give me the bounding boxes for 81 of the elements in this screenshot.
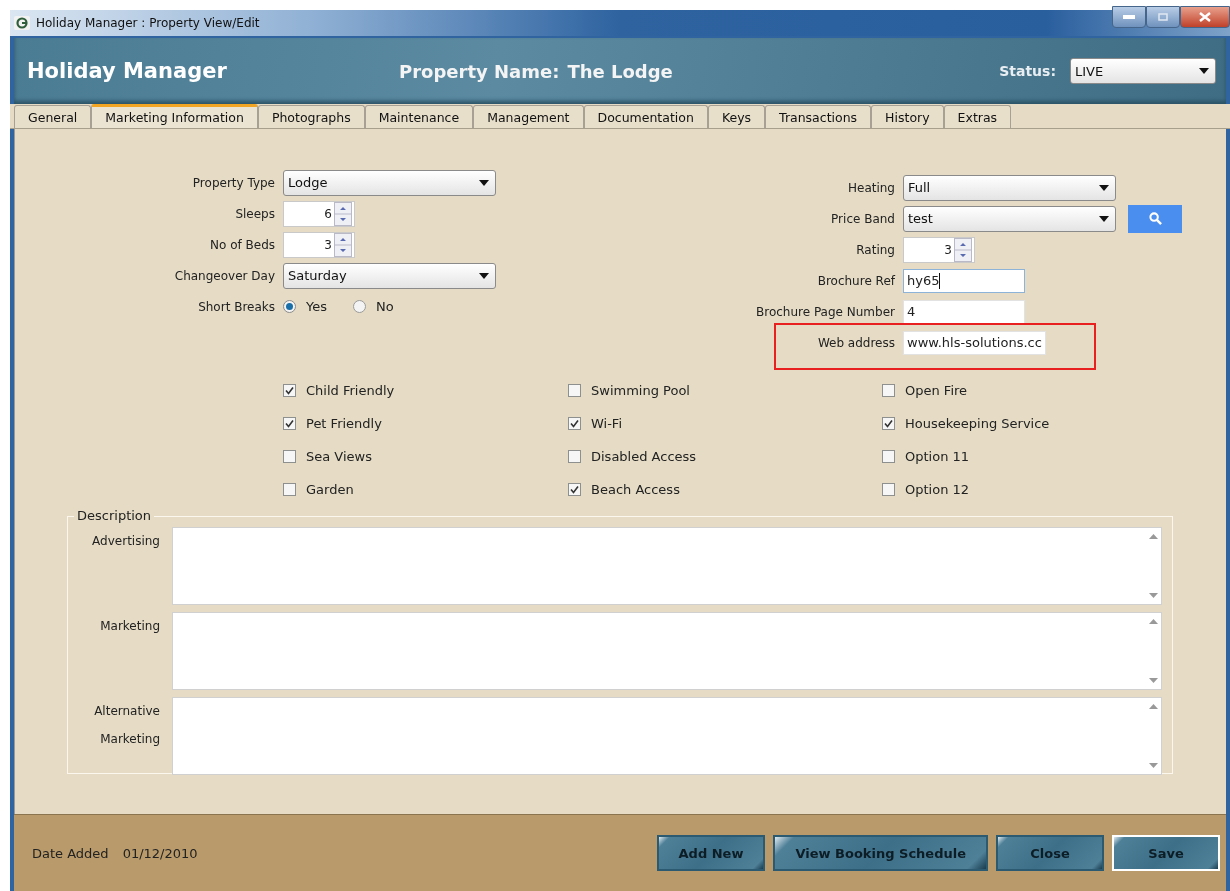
field-label: Marketing [99, 618, 160, 635]
scroll-up-icon [1148, 704, 1158, 709]
scroll-up-icon [1148, 534, 1158, 539]
app-logo-icon [14, 16, 30, 30]
tab[interactable]: Documentation [583, 105, 708, 128]
checkbox-option[interactable]: Option 11 [882, 440, 1182, 473]
field-label: Price Band [830, 211, 895, 226]
field-label: Rating [855, 242, 895, 257]
field-label: Property Type [191, 175, 275, 190]
search-button[interactable] [1128, 204, 1182, 233]
tab[interactable]: Maintenance [364, 105, 474, 128]
tab[interactable]: History [871, 105, 944, 128]
maximize-icon [1158, 13, 1168, 21]
tab[interactable]: Transactions [765, 105, 872, 128]
scroll-down-icon [1148, 678, 1158, 683]
window-title: Holiday Manager : Property View/Edit [36, 16, 260, 30]
scroll-up-icon [1148, 619, 1158, 624]
minimize-button[interactable] [1112, 6, 1146, 28]
minimize-icon [1123, 15, 1135, 19]
caret-icon [479, 272, 489, 279]
close-icon [1199, 12, 1211, 22]
field-label: Web address [816, 335, 895, 350]
spinner-field[interactable]: 3 [283, 231, 355, 258]
radio-option[interactable]: No [353, 299, 394, 314]
text-field[interactable]: www.hls-solutions.cc [903, 330, 1046, 355]
scroll-down-icon [1148, 593, 1158, 598]
tab[interactable]: Marketing Information [91, 104, 258, 128]
caret-icon [479, 179, 489, 186]
text-field[interactable]: 4 [903, 299, 1025, 324]
checkbox-option[interactable]: Option 12 [882, 473, 1182, 506]
checkbox-option[interactable]: Housekeeping Service [882, 407, 1182, 440]
checkbox-option[interactable]: Wi-Fi [568, 407, 882, 440]
close-button[interactable] [1180, 6, 1230, 28]
property-name: The Lodge [567, 60, 673, 82]
tab[interactable]: Photographs [257, 105, 365, 128]
dropdown[interactable]: Lodge [283, 169, 496, 196]
spinner-arrows-icon [334, 232, 352, 257]
caret-icon [1099, 184, 1109, 191]
property-label: Property Name: [399, 60, 560, 82]
tab[interactable]: Management [473, 105, 584, 128]
checkbox-option[interactable]: Pet Friendly [283, 407, 568, 440]
field-label: Brochure Page Number [755, 304, 895, 319]
date-added-value: 01/12/2010 [122, 845, 198, 861]
field-label: Sleeps [234, 206, 275, 221]
caret-icon [1099, 215, 1109, 222]
search-icon [1148, 212, 1162, 225]
spinner-field[interactable]: 6 [283, 200, 355, 227]
caret-icon [1199, 68, 1209, 74]
dropdown[interactable]: Full [903, 174, 1116, 201]
maximize-button[interactable] [1146, 6, 1180, 28]
app-name: Holiday Manager [27, 59, 228, 83]
checkbox-option[interactable]: Open Fire [882, 374, 1182, 407]
checkbox-option[interactable]: Disabled Access [568, 440, 882, 473]
checkbox-option[interactable]: Garden [283, 473, 568, 506]
field-label: Changeover Day [173, 268, 275, 283]
tab[interactable]: Keys [707, 105, 766, 128]
field-label: No of Beds [209, 237, 275, 252]
text-field[interactable]: hy65 [903, 268, 1025, 293]
field-label: Heating [846, 180, 895, 195]
dropdown[interactable]: Saturday [283, 262, 496, 289]
spinner-arrows-icon [954, 237, 972, 262]
checkbox-option[interactable]: Sea Views [283, 440, 568, 473]
status-label: Status: [999, 63, 1056, 79]
tab[interactable]: General [14, 105, 92, 128]
checkbox-option[interactable]: Child Friendly [283, 374, 568, 407]
dropdown[interactable]: LIVE [1070, 58, 1216, 84]
field-label: Alternative Marketing [93, 703, 160, 748]
date-added-label: Date Added [32, 845, 109, 861]
action-button[interactable]: View Booking Schedule [773, 835, 988, 871]
spinner-field[interactable]: 3 [903, 236, 975, 263]
spinner-arrows-icon [334, 201, 352, 226]
field-label: Brochure Ref [816, 273, 895, 288]
scroll-down-icon [1148, 763, 1158, 768]
checkbox-option[interactable]: Swimming Pool [568, 374, 882, 407]
checkbox-option[interactable]: Beach Access [568, 473, 882, 506]
field-label: Advertising [91, 533, 160, 550]
field-label: Short Breaks [197, 299, 275, 314]
group-label: Description [74, 508, 155, 523]
dropdown[interactable]: test [903, 205, 1116, 232]
tab[interactable]: Extras [943, 105, 1012, 128]
radio-option[interactable]: Yes [283, 299, 327, 314]
